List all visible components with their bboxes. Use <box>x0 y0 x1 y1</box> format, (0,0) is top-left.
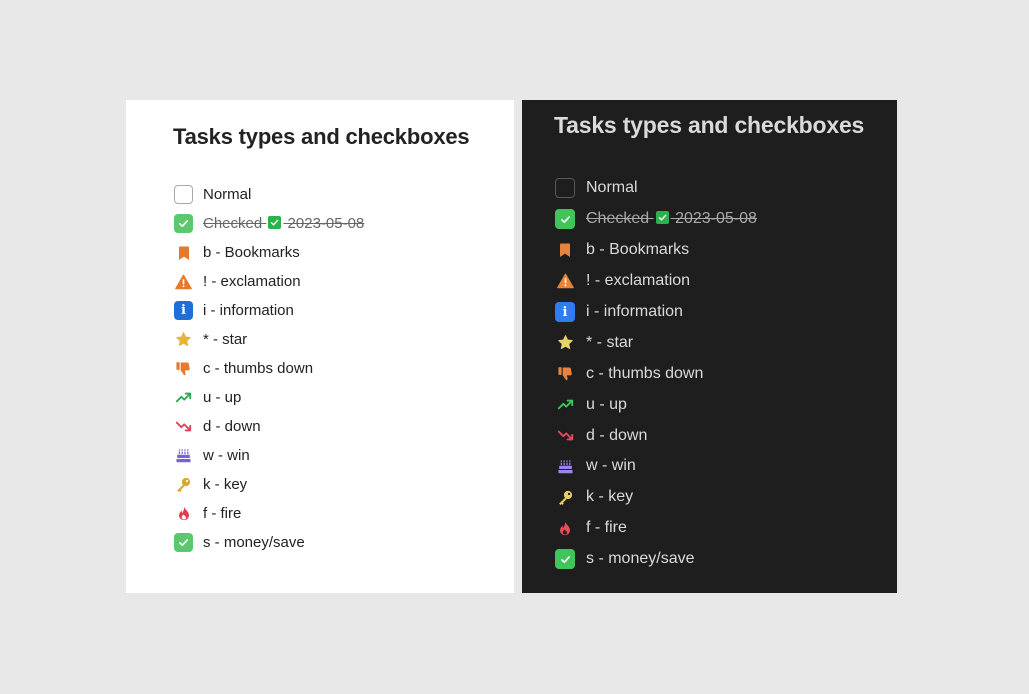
task-label-completed: Checked 2023-05-08 <box>586 210 757 228</box>
task-item: w - win <box>174 441 364 470</box>
completion-date: 2023-05-08 <box>675 210 757 228</box>
task-item: * - star <box>174 325 364 354</box>
task-item: f - fire <box>555 513 757 544</box>
task-list: Normal Checked 2023-05-08 b - Bookmarks ! -… <box>555 173 757 575</box>
task-label: Checked <box>586 210 650 228</box>
task-label: ! - exclamation <box>203 273 301 290</box>
cake-icon <box>555 456 575 476</box>
task-label: Checked <box>203 215 263 232</box>
task-label: k - key <box>586 488 634 506</box>
task-label: * - star <box>203 331 248 348</box>
task-item: u - up <box>174 383 364 412</box>
task-label: w - win <box>586 457 636 475</box>
task-label: c - thumbs down <box>586 364 704 382</box>
task-item: Normal <box>174 180 364 209</box>
task-list: Normal Checked 2023-05-08 b - Bookmarks ! -… <box>174 180 364 557</box>
task-label: w - win <box>203 447 250 464</box>
task-item: i i - information <box>174 296 364 325</box>
white-check-mark-icon <box>268 216 282 229</box>
task-label: b - Bookmarks <box>203 244 300 261</box>
task-label: f - fire <box>203 505 242 522</box>
task-label: d - down <box>586 426 648 444</box>
task-label: i - information <box>586 303 683 320</box>
task-label: s - money/save <box>203 534 305 551</box>
empty-checkbox-icon[interactable] <box>174 185 193 204</box>
task-item: k - key <box>555 482 757 513</box>
checked-checkbox-icon[interactable] <box>555 549 575 570</box>
task-item: * - star <box>555 327 757 358</box>
task-label: * - star <box>586 333 634 351</box>
info-icon: i <box>555 302 575 322</box>
key-icon <box>174 475 193 494</box>
trend-down-icon <box>555 426 575 446</box>
task-item: c - thumbs down <box>555 358 757 389</box>
trend-up-icon <box>555 395 575 415</box>
thumbs-down-icon <box>174 359 193 378</box>
task-item: s - money/save <box>555 544 757 575</box>
fire-icon <box>174 504 193 523</box>
task-item: u - up <box>555 389 757 420</box>
checked-checkbox-icon[interactable] <box>555 209 575 230</box>
dark-theme-panel: Tasks types and checkboxes Normal Checked… <box>522 100 897 593</box>
task-label: d - down <box>203 418 261 435</box>
checked-checkbox-icon[interactable] <box>174 533 193 552</box>
bookmark-icon <box>555 240 575 260</box>
task-item: Checked 2023-05-08 <box>555 204 757 235</box>
task-label: k - key <box>203 476 248 493</box>
task-item: d - down <box>555 420 757 451</box>
task-label: u - up <box>586 395 627 413</box>
warning-icon <box>555 271 575 291</box>
task-label: c - thumbs down <box>203 360 314 377</box>
task-item: ! - exclamation <box>174 267 364 296</box>
task-label: s - money/save <box>586 550 695 568</box>
bookmark-icon <box>174 243 193 262</box>
task-label: ! - exclamation <box>586 272 691 290</box>
trend-down-icon <box>174 417 193 436</box>
white-check-mark-icon <box>655 211 669 225</box>
task-label: f - fire <box>586 519 627 537</box>
task-item: i i - information <box>555 297 757 328</box>
checked-checkbox-icon[interactable] <box>174 214 193 233</box>
task-label: b - Bookmarks <box>586 241 690 259</box>
star-icon <box>174 330 193 349</box>
task-item: w - win <box>555 451 757 482</box>
info-icon: i <box>174 301 193 320</box>
fire-icon <box>555 518 575 538</box>
task-item: Checked 2023-05-08 <box>174 209 364 238</box>
task-label: Normal <box>586 179 638 197</box>
panel-title: Tasks types and checkboxes <box>173 124 470 149</box>
panel-title: Tasks types and checkboxes <box>554 112 865 138</box>
task-label: Normal <box>203 186 252 203</box>
task-item: k - key <box>174 470 364 499</box>
task-label-completed: Checked 2023-05-08 <box>203 215 364 232</box>
trend-up-icon <box>174 388 193 407</box>
task-item: Normal <box>555 173 757 204</box>
task-item: c - thumbs down <box>174 354 364 383</box>
task-item: ! - exclamation <box>555 266 757 297</box>
task-item: s - money/save <box>174 528 364 557</box>
cake-icon <box>174 446 193 465</box>
task-item: b - Bookmarks <box>555 235 757 266</box>
task-item: b - Bookmarks <box>174 238 364 267</box>
warning-icon <box>174 272 193 291</box>
empty-checkbox-icon[interactable] <box>555 178 575 199</box>
task-label: u - up <box>203 389 242 406</box>
completion-date: 2023-05-08 <box>287 215 365 232</box>
thumbs-down-icon <box>555 364 575 384</box>
task-item: f - fire <box>174 499 364 528</box>
key-icon <box>555 487 575 507</box>
task-label: i - information <box>203 302 294 319</box>
task-item: d - down <box>174 412 364 441</box>
star-icon <box>555 333 575 353</box>
light-theme-panel: Tasks types and checkboxes Normal Checked… <box>126 100 514 593</box>
